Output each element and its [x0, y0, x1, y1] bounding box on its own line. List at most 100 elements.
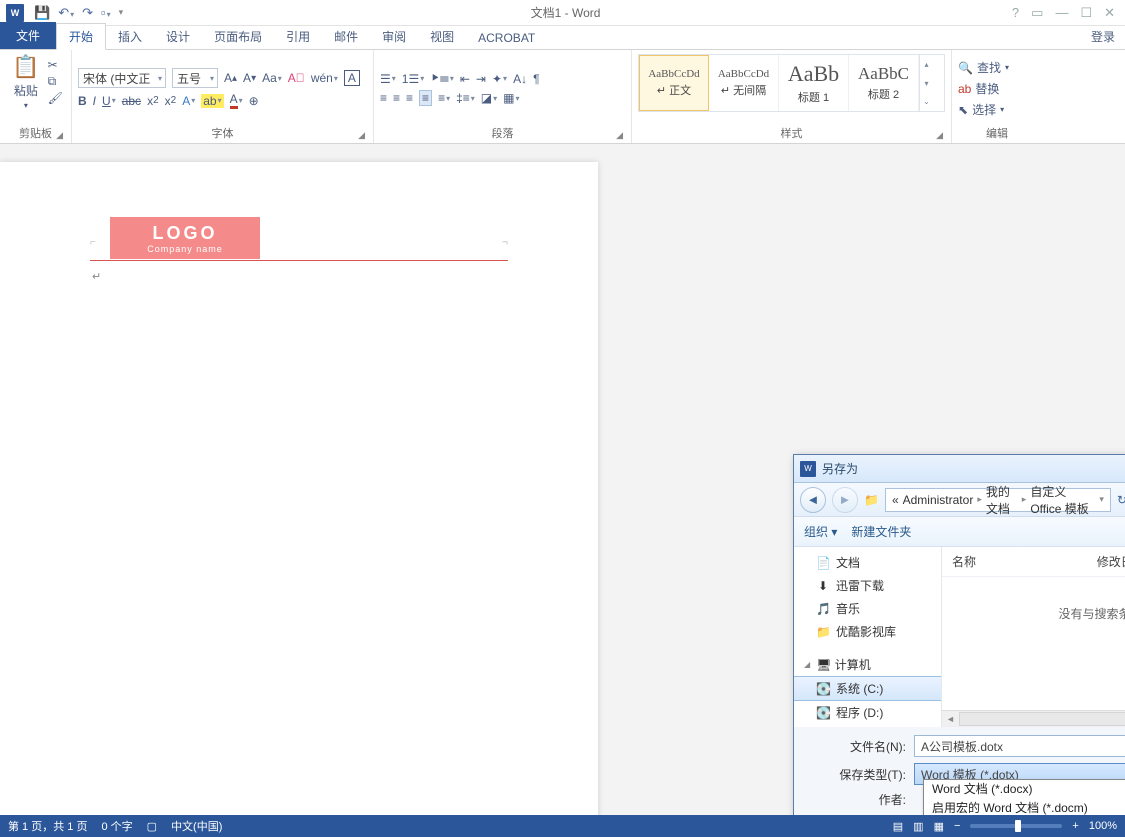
hscrollbar[interactable]: ◄► — [942, 710, 1125, 727]
format-option[interactable]: Word 文档 (*.docx) — [924, 780, 1125, 799]
tab-file[interactable]: 文件 — [0, 22, 56, 49]
back-button[interactable]: ◄ — [800, 487, 826, 513]
styles-launcher[interactable]: ◢ — [936, 130, 943, 141]
page[interactable]: LOGO Company name ⌐ ¬ ↵ — [0, 162, 598, 815]
tab-references[interactable]: 引用 — [274, 24, 322, 49]
page-count[interactable]: 第 1 页，共 1 页 — [8, 818, 87, 834]
clear-format-icon[interactable]: A⃠ — [288, 71, 305, 85]
gallery-down-icon[interactable]: ▾ — [920, 74, 933, 93]
close-icon[interactable]: ✕ — [1104, 5, 1115, 21]
sort-icon[interactable]: A↓ — [513, 72, 527, 86]
asian-layout-icon[interactable]: ✦ — [492, 72, 507, 86]
highlight-icon[interactable]: ab — [201, 94, 223, 108]
tab-acrobat[interactable]: ACROBAT — [466, 27, 547, 49]
phonetic-icon[interactable]: wén — [311, 71, 338, 85]
tree-drive[interactable]: 💽系统 (C:) — [794, 676, 941, 701]
indent-inc-icon[interactable]: ⇥ — [476, 72, 486, 86]
format-painter-icon[interactable]: 🖌 — [48, 91, 63, 105]
style-gallery[interactable]: AaBbCcDd↵ 正文AaBbCcDd↵ 无间隔AaBb标题 1AaBbC标题… — [638, 54, 945, 112]
style-item[interactable]: AaBbC标题 2 — [849, 55, 919, 111]
tab-home[interactable]: 开始 — [56, 23, 106, 50]
forward-button[interactable]: ► — [832, 487, 858, 513]
justify-icon[interactable]: ≡ — [419, 90, 432, 106]
maximize-icon[interactable]: ☐ — [1080, 5, 1092, 21]
subscript-icon[interactable]: x2 — [147, 94, 159, 108]
help-icon[interactable]: ? — [1012, 5, 1019, 21]
text-effects-icon[interactable]: A — [182, 94, 195, 108]
tab-mailings[interactable]: 邮件 — [322, 24, 370, 49]
font-size-select[interactable]: 五号 — [172, 68, 218, 88]
language[interactable]: 中文(中国) — [171, 818, 222, 834]
replace-button[interactable]: ab替换 — [958, 80, 1036, 97]
paragraph-launcher[interactable]: ◢ — [616, 130, 623, 141]
login-link[interactable]: 登录 — [1081, 24, 1125, 49]
zoom-value[interactable]: 100% — [1089, 820, 1117, 832]
up-icon[interactable]: 📁 — [864, 493, 879, 507]
style-item[interactable]: AaBb标题 1 — [779, 55, 849, 111]
cut-icon[interactable]: ✂ — [48, 58, 63, 72]
align-right-icon[interactable]: ≡ — [406, 91, 413, 105]
web-layout-icon[interactable]: ▦ — [934, 820, 944, 833]
select-button[interactable]: ⬉选择▾ — [958, 101, 1036, 118]
refresh-icon[interactable]: ↻ — [1117, 493, 1125, 507]
tab-design[interactable]: 设计 — [154, 24, 202, 49]
gallery-up-icon[interactable]: ▴ — [920, 55, 933, 74]
tree-item[interactable]: 📄文档 — [794, 551, 941, 574]
zoom-out-icon[interactable]: − — [954, 820, 960, 832]
spellcheck-icon[interactable]: ▢ — [147, 820, 157, 833]
tree-drive[interactable]: 💽程序 (D:) — [794, 701, 941, 724]
enclose-icon[interactable]: ⊕ — [249, 94, 259, 108]
folder-tree[interactable]: 📄文档⬇迅雷下载🎵音乐📁优酷影视库 🖥 计算机💽系统 (C:)💽程序 (D:) — [794, 547, 942, 727]
print-layout-icon[interactable]: ▥ — [913, 820, 923, 833]
qat-more-icon[interactable]: ▾ — [119, 7, 124, 18]
format-option[interactable]: 启用宏的 Word 文档 (*.docm) — [924, 799, 1125, 815]
tree-item[interactable]: 🎵音乐 — [794, 597, 941, 620]
save-icon[interactable]: 💾 — [34, 5, 50, 21]
zoom-slider[interactable] — [970, 824, 1062, 828]
grow-font-icon[interactable]: A▴ — [224, 71, 237, 85]
zoom-in-icon[interactable]: + — [1072, 820, 1078, 832]
underline-icon[interactable]: U — [102, 94, 116, 108]
indent-dec-icon[interactable]: ⇤ — [460, 72, 470, 86]
undo-icon[interactable]: ↶ — [58, 5, 74, 21]
tree-item[interactable]: 📁优酷影视库 — [794, 620, 941, 643]
char-border-icon[interactable]: A — [344, 70, 360, 86]
superscript-icon[interactable]: x2 — [165, 94, 177, 108]
paste-button[interactable]: 📋 粘贴 ▾ — [8, 54, 43, 123]
distribute-icon[interactable]: ≡ — [438, 91, 450, 105]
filename-input[interactable]: A公司模板.dotx — [914, 735, 1125, 757]
font-name-select[interactable]: 宋体 (中文正 — [78, 68, 166, 88]
tab-review[interactable]: 审阅 — [370, 24, 418, 49]
tree-computer[interactable]: 🖥 计算机 — [794, 653, 941, 676]
copy-icon[interactable]: ⧉ — [48, 74, 63, 89]
borders-icon[interactable]: ▦ — [503, 91, 519, 105]
font-launcher[interactable]: ◢ — [358, 130, 365, 141]
find-button[interactable]: 🔍查找▾ — [958, 59, 1036, 76]
tab-insert[interactable]: 插入 — [106, 24, 154, 49]
style-item[interactable]: AaBbCcDd↵ 无间隔 — [709, 55, 779, 111]
bold-icon[interactable]: B — [78, 94, 87, 108]
redo-icon[interactable]: ↷ — [82, 5, 93, 21]
word-count[interactable]: 0 个字 — [101, 818, 132, 834]
shading-icon[interactable]: ◪ — [481, 91, 497, 105]
change-case-icon[interactable]: Aa — [262, 71, 282, 85]
new-icon[interactable]: ▫ — [101, 5, 111, 20]
tree-item[interactable]: ⬇迅雷下载 — [794, 574, 941, 597]
italic-icon[interactable]: I — [93, 94, 96, 108]
show-marks-icon[interactable]: ¶ — [533, 72, 539, 86]
savetype-dropdown[interactable]: Word 文档 (*.docx)启用宏的 Word 文档 (*.docm)Wor… — [923, 779, 1125, 815]
read-mode-icon[interactable]: ▤ — [893, 820, 903, 833]
shrink-font-icon[interactable]: A▾ — [243, 71, 256, 85]
dialog-titlebar[interactable]: W 另存为 ✕ — [794, 455, 1125, 483]
clipboard-launcher[interactable]: ◢ — [56, 130, 63, 141]
tab-layout[interactable]: 页面布局 — [202, 24, 274, 49]
organize-button[interactable]: 组织 ▾ — [804, 523, 837, 540]
line-spacing-icon[interactable]: ‡≡ — [456, 91, 475, 105]
ribbon-options-icon[interactable]: ▭ — [1031, 5, 1043, 21]
font-color-icon[interactable]: A — [230, 92, 243, 109]
list-header[interactable]: 名称 修改日期 类型 大小 — [942, 547, 1125, 577]
gallery-more-icon[interactable]: ⌄ — [920, 92, 933, 111]
strike-icon[interactable]: abc — [122, 94, 141, 108]
style-item[interactable]: AaBbCcDd↵ 正文 — [639, 55, 709, 111]
minimize-icon[interactable]: — — [1055, 5, 1068, 21]
